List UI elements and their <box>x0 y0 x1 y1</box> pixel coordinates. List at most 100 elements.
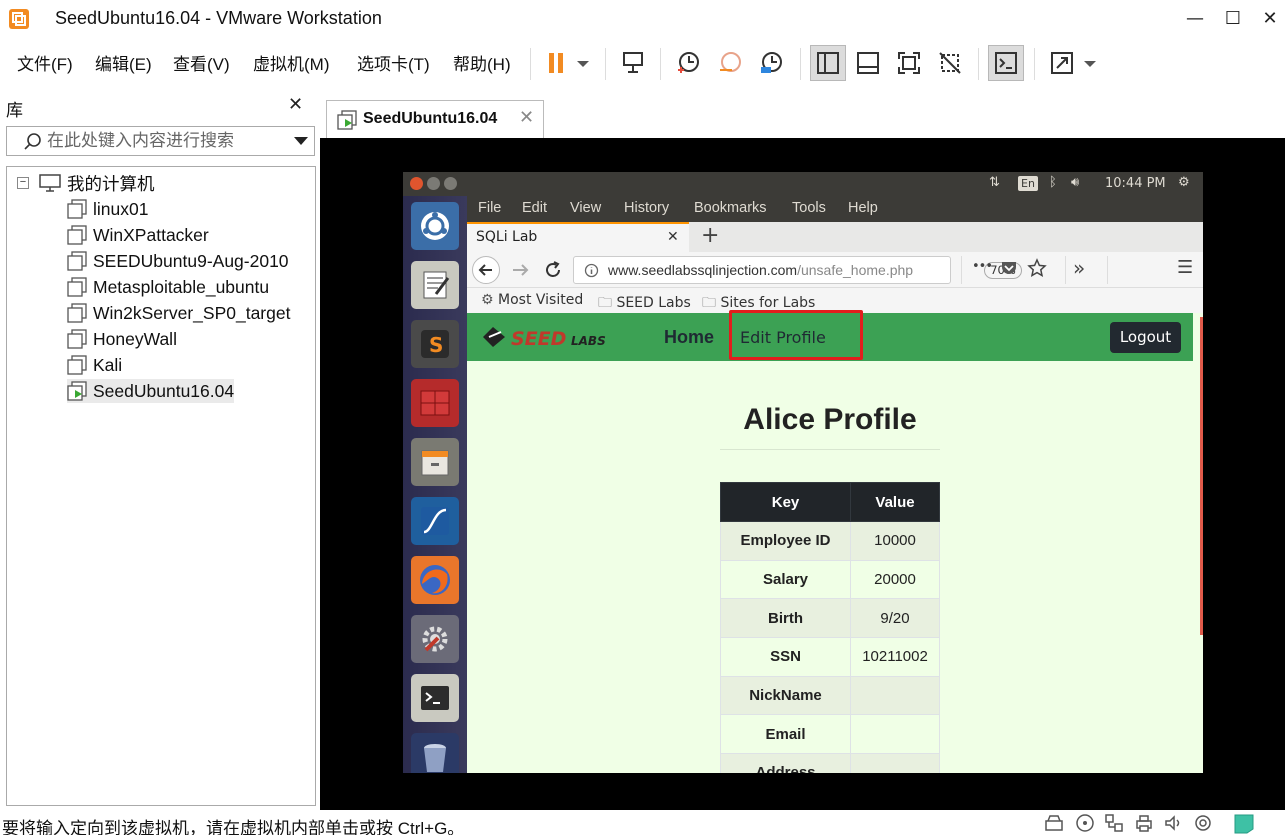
chevron-down-icon[interactable] <box>293 136 309 146</box>
reload-button[interactable] <box>541 258 565 286</box>
terminal-icon[interactable] <box>411 674 459 722</box>
vm-tab-close-button[interactable]: ✕ <box>519 107 534 128</box>
forward-button[interactable] <box>509 258 533 286</box>
ff-menu-history[interactable]: History <box>624 200 669 216</box>
system-settings-icon[interactable] <box>411 615 459 663</box>
tree-vm-kali[interactable]: Kali <box>67 353 122 377</box>
scrollbar-thumb[interactable] <box>1200 317 1203 635</box>
library-search-input[interactable] <box>47 130 287 152</box>
hamburger-menu-button[interactable]: ☰ <box>1177 257 1193 278</box>
keyboard-layout-indicator[interactable]: En <box>1018 176 1038 191</box>
pause-dropdown-icon[interactable] <box>568 45 598 81</box>
vm-icon <box>67 303 87 323</box>
network-icon[interactable]: ⇅ <box>989 175 1000 190</box>
url-bar[interactable]: www.seedlabssqlinjection.com/unsafe_home… <box>573 256 1022 284</box>
thumbnail-bar-icon[interactable] <box>850 45 886 81</box>
svg-text:LABS: LABS <box>571 334 606 348</box>
trash-icon[interactable] <box>411 733 459 773</box>
full-screen-icon[interactable] <box>891 45 927 81</box>
ff-tab-sqli-lab[interactable]: SQLi Lab ✕ <box>467 222 689 252</box>
logout-button[interactable]: Logout <box>1110 322 1181 353</box>
info-icon[interactable] <box>584 263 599 278</box>
firefox-icon[interactable] <box>411 556 459 604</box>
page-scrollbar[interactable] <box>1193 313 1203 773</box>
unity-mode-icon[interactable] <box>932 45 968 81</box>
ff-menu-file[interactable]: File <box>478 200 501 216</box>
hard-disk-icon[interactable] <box>1044 813 1064 833</box>
collapse-icon[interactable]: − <box>17 177 29 189</box>
tree-vm-seedubuntu16[interactable]: SeedUbuntu16.04 <box>67 379 235 403</box>
back-button[interactable] <box>472 256 500 284</box>
vm-tab[interactable]: SeedUbuntu16.04 ✕ <box>326 100 544 138</box>
ubuntu-dash-icon[interactable] <box>411 202 459 250</box>
nav-edit-profile-link[interactable]: Edit Profile <box>740 328 826 347</box>
file-manager-icon[interactable] <box>411 438 459 486</box>
seed-labs-logo[interactable]: SEED LABS <box>481 325 621 350</box>
gear-icon[interactable]: ⚙ <box>1178 175 1190 190</box>
minimize-icon[interactable] <box>427 177 440 190</box>
ff-new-tab-button[interactable]: + <box>701 223 719 248</box>
tree-vm-winxpattacker[interactable]: WinXPattacker <box>67 223 209 247</box>
sound-card-icon[interactable] <box>1163 813 1183 833</box>
menu-edit[interactable]: 编辑(E) <box>95 50 152 75</box>
volume-icon[interactable]: 🔊︎ <box>1071 175 1079 190</box>
text-editor-icon[interactable] <box>411 261 459 309</box>
menu-vm[interactable]: 虚拟机(M) <box>253 50 329 75</box>
tree-vm-win2kserver[interactable]: Win2kServer_SP0_target <box>67 301 290 325</box>
tree-vm-seedubuntu9[interactable]: SEEDUbuntu9-Aug-2010 <box>67 249 289 273</box>
ff-menu-help[interactable]: Help <box>848 200 878 216</box>
firefox-window: File Edit View History Bookmarks Tools H… <box>467 196 1203 773</box>
revert-snapshot-icon[interactable] <box>712 45 748 81</box>
sublime-text-icon[interactable]: S <box>411 320 459 368</box>
close-icon[interactable] <box>410 177 423 190</box>
ff-menu-tools[interactable]: Tools <box>792 200 826 216</box>
row-value <box>850 675 940 716</box>
ff-menu-edit[interactable]: Edit <box>522 200 547 216</box>
menu-help[interactable]: 帮助(H) <box>453 50 511 75</box>
nav-home-link[interactable]: Home <box>664 327 714 348</box>
pocket-icon[interactable] <box>1000 259 1018 281</box>
url-text[interactable]: www.seedlabssqlinjection.com/unsafe_home… <box>608 262 913 278</box>
snapshot-manager-icon[interactable] <box>753 45 789 81</box>
menu-view[interactable]: 查看(V) <box>173 50 230 75</box>
menu-file[interactable]: 文件(F) <box>17 50 73 75</box>
console-view-icon[interactable] <box>988 45 1024 81</box>
page-actions-button[interactable]: ••• <box>972 259 993 274</box>
ff-menu-bookmarks[interactable]: Bookmarks <box>694 200 767 216</box>
stretch-dropdown-icon[interactable] <box>1076 45 1104 81</box>
tree-node-my-computer[interactable]: − 我的计算机 <box>17 171 155 195</box>
guest-screen[interactable]: ⇅ En ᛒ 🔊︎ 10:44 PM ⚙ S File Edit View Hi… <box>403 172 1203 773</box>
menu-tabs[interactable]: 选项卡(T) <box>357 50 430 75</box>
ff-menu-view[interactable]: View <box>570 200 601 216</box>
usb-device-icon[interactable] <box>1193 813 1213 833</box>
bookmark-most-visited[interactable]: ⚙ Most Visited <box>481 292 583 308</box>
minimize-button[interactable]: — <box>1180 6 1210 32</box>
bluetooth-icon[interactable]: ᛒ <box>1049 175 1057 190</box>
nav-edit-profile-highlight[interactable]: Edit Profile <box>729 310 863 360</box>
terminator-icon[interactable] <box>411 379 459 427</box>
maximize-button[interactable]: ☐ <box>1218 6 1248 32</box>
show-library-icon[interactable] <box>810 45 846 81</box>
wireshark-icon[interactable] <box>411 497 459 545</box>
printer-icon[interactable] <box>1134 813 1154 833</box>
send-ctrl-alt-del-icon[interactable] <box>615 45 651 81</box>
tree-vm-metasploitable[interactable]: Metasploitable_ubuntu <box>67 275 269 299</box>
firefox-tab-bar: SQLi Lab ✕ + <box>467 222 1203 252</box>
bookmark-star-icon[interactable] <box>1027 258 1047 282</box>
message-log-icon[interactable] <box>1233 813 1254 834</box>
tree-vm-linux01[interactable]: linux01 <box>67 197 148 221</box>
maximize-icon[interactable] <box>444 177 457 190</box>
cd-dvd-icon[interactable] <box>1075 813 1095 833</box>
library-search-box[interactable] <box>6 126 315 156</box>
snapshot-icon[interactable] <box>670 45 706 81</box>
computer-icon <box>39 174 61 192</box>
ff-tab-close-button[interactable]: ✕ <box>667 229 679 245</box>
network-adapter-icon[interactable] <box>1104 813 1124 833</box>
toolbar-overflow-button[interactable]: » <box>1073 256 1085 280</box>
close-window-button[interactable]: ✕ <box>1255 6 1285 32</box>
tree-vm-honeywall[interactable]: HoneyWall <box>67 327 177 351</box>
clock[interactable]: 10:44 PM <box>1105 176 1166 191</box>
stretch-guest-icon[interactable] <box>1044 45 1080 81</box>
tree-vm-label: linux01 <box>93 198 149 219</box>
library-close-button[interactable]: ✕ <box>288 94 303 115</box>
